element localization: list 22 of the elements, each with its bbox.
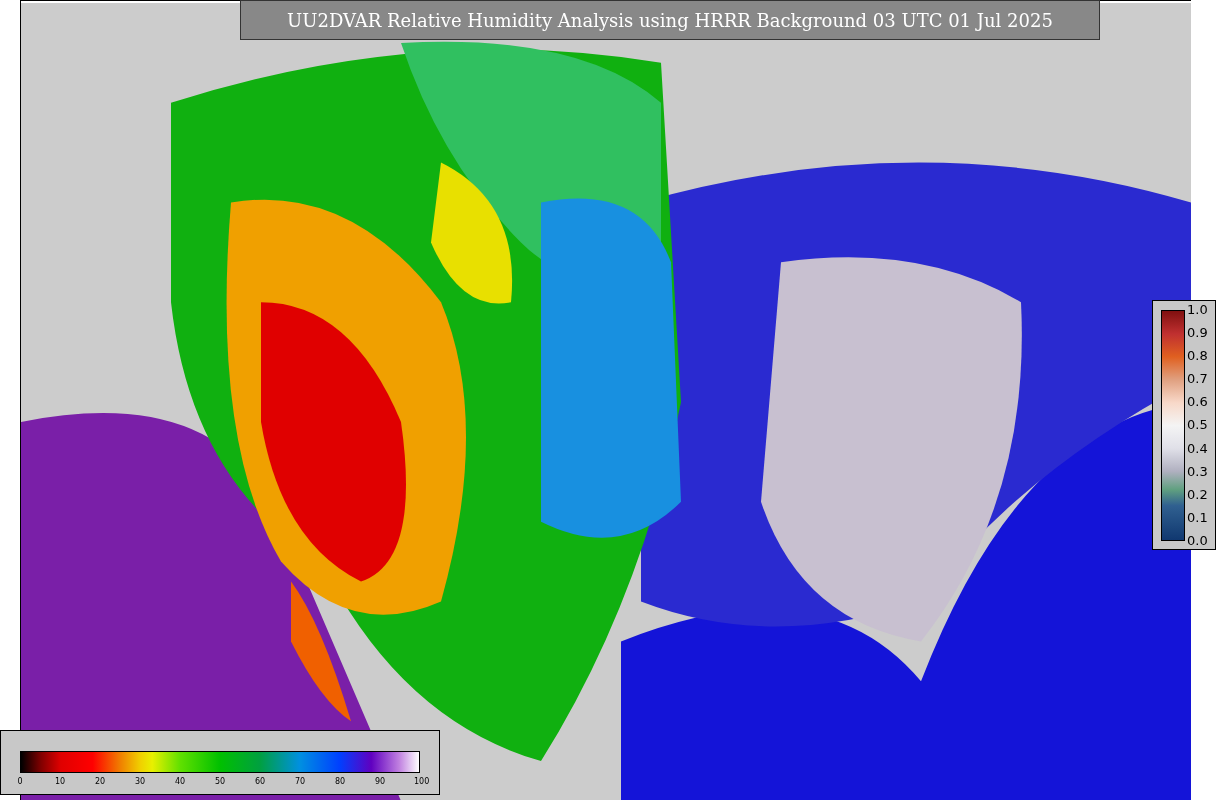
- tick-label: 20: [94, 777, 106, 786]
- tick-label: 50: [214, 777, 226, 786]
- tick-label: 0.7: [1187, 371, 1208, 388]
- tick-label: 0.4: [1187, 440, 1208, 457]
- tick-label: 0.5: [1187, 417, 1208, 434]
- map-title: UU2DVAR Relative Humidity Analysis using HRRR Background 03 UTC 01 Jul 2025: [240, 0, 1100, 40]
- tick-label: 90: [374, 777, 386, 786]
- tick-label: 0.8: [1187, 348, 1208, 365]
- tick-label: 0.1: [1187, 509, 1208, 526]
- tick-label: 70: [294, 777, 306, 786]
- tick-label: 0.9: [1187, 325, 1208, 342]
- tick-label: 0.6: [1187, 394, 1208, 411]
- tick-label: 0.2: [1187, 486, 1208, 503]
- tick-label: 30: [134, 777, 146, 786]
- tick-label: 80: [334, 777, 346, 786]
- tick-label: 60: [254, 777, 266, 786]
- tick-label: 0.3: [1187, 463, 1208, 480]
- tick-label: 1.0: [1187, 302, 1208, 318]
- tick-label: 0: [16, 777, 24, 786]
- tick-label: 40: [174, 777, 186, 786]
- tick-label: 10: [54, 777, 66, 786]
- tick-label: 0.0: [1187, 532, 1208, 549]
